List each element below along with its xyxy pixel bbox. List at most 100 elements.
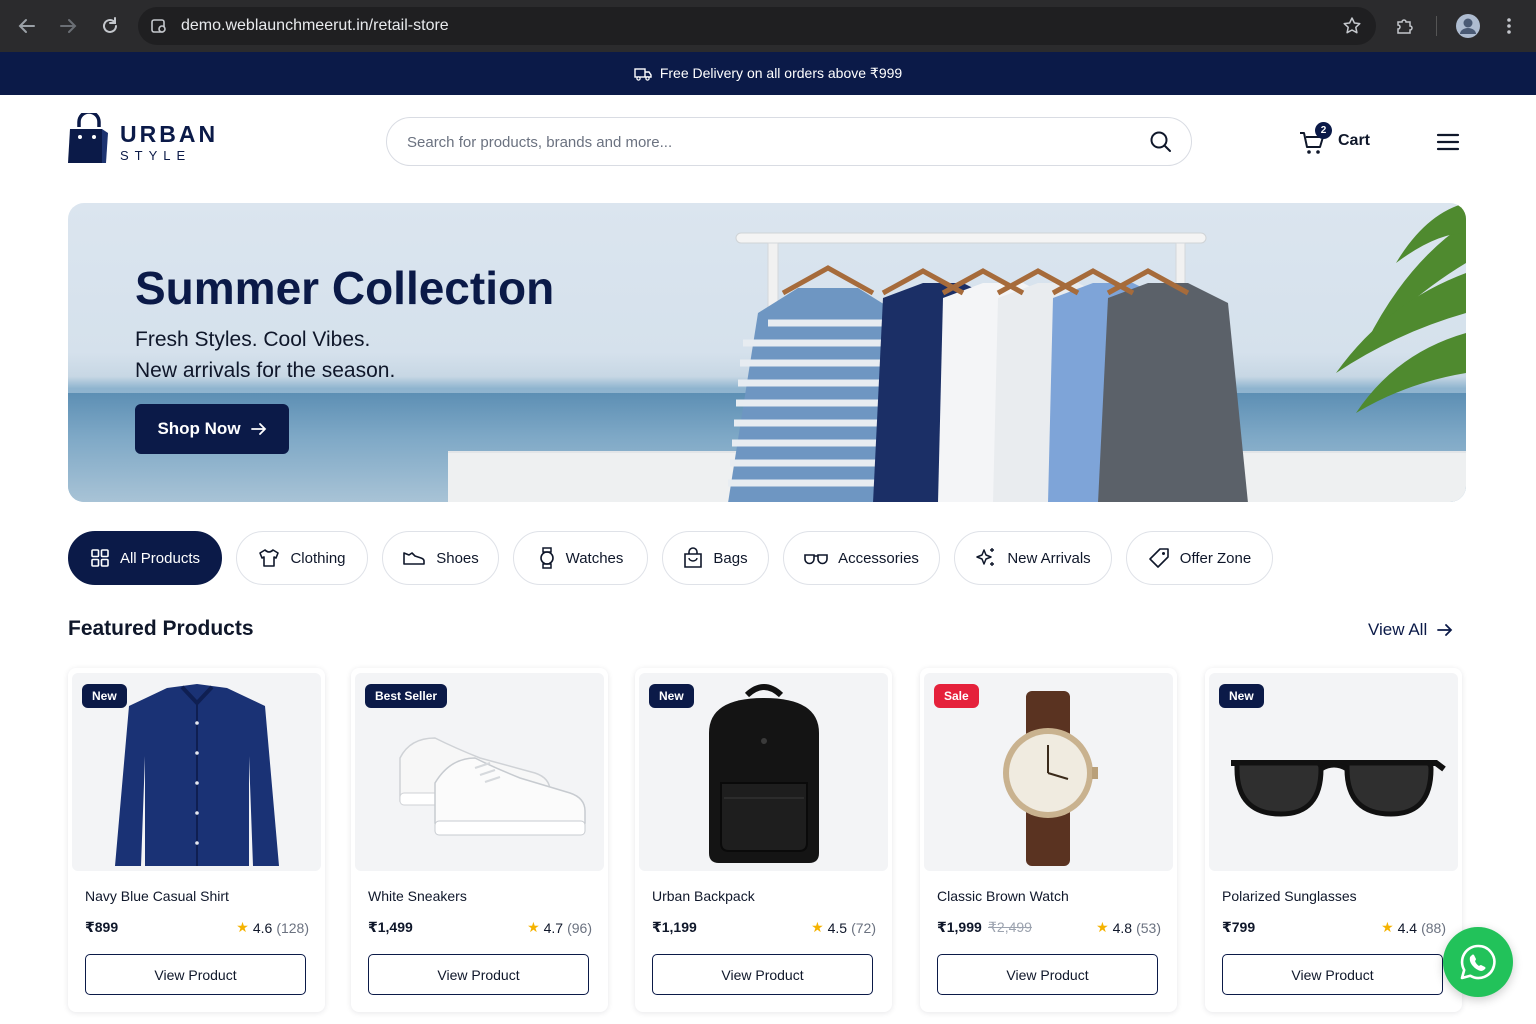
watch-icon bbox=[539, 547, 554, 569]
logo-tagline: STYLE bbox=[120, 148, 192, 163]
star-icon: ★ bbox=[1381, 919, 1394, 935]
product-name[interactable]: Polarized Sunglasses bbox=[1222, 888, 1357, 904]
category-label: Offer Zone bbox=[1179, 549, 1252, 567]
review-count: (88) bbox=[1421, 919, 1446, 936]
logo-wordmark: URBAN bbox=[120, 121, 219, 147]
forward-button[interactable] bbox=[54, 12, 82, 40]
product-badge: Best Seller bbox=[365, 684, 448, 708]
forward-arrow-icon bbox=[60, 19, 77, 33]
view-product-button[interactable]: View Product bbox=[652, 954, 873, 995]
product-card[interactable]: New Urban Backpack ₹1,199 ★ 4.5 (72) Vie… bbox=[635, 668, 892, 1012]
shop-now-button[interactable]: Shop Now bbox=[135, 404, 289, 454]
whatsapp-chat-button[interactable] bbox=[1443, 927, 1513, 997]
arrow-right-icon bbox=[1437, 624, 1453, 636]
product-rating: ★ 4.8 (53) bbox=[1096, 919, 1161, 936]
rating-value: 4.6 bbox=[252, 919, 273, 936]
category-all-products[interactable]: All Products bbox=[68, 531, 222, 585]
promo-bar: Free Delivery on all orders above ₹999 bbox=[0, 52, 1536, 95]
star-icon: ★ bbox=[1096, 919, 1109, 935]
view-product-button[interactable]: View Product bbox=[937, 954, 1158, 995]
product-rating: ★ 4.7 (96) bbox=[527, 919, 592, 936]
cart-button[interactable]: 2 Cart bbox=[1298, 122, 1378, 157]
view-product-button[interactable]: View Product bbox=[85, 954, 306, 995]
category-offer-zone[interactable]: Offer Zone bbox=[1126, 531, 1273, 585]
promo-text: Free Delivery on all orders above ₹999 bbox=[659, 65, 903, 81]
cart-count-badge: 2 bbox=[1315, 122, 1332, 139]
address-bar[interactable]: demo.weblaunchmeerut.in/retail-store bbox=[138, 7, 1376, 45]
product-badge: New bbox=[1219, 684, 1264, 708]
hero-title: Summer Collection bbox=[135, 262, 555, 314]
category-watches[interactable]: Watches bbox=[513, 531, 648, 585]
category-label: Clothing bbox=[290, 549, 346, 567]
tag-icon bbox=[1148, 548, 1169, 568]
glasses-icon bbox=[804, 554, 828, 565]
category-label: Watches bbox=[565, 549, 624, 567]
bookmark-star-icon[interactable] bbox=[1342, 16, 1362, 36]
avatar bbox=[1456, 14, 1480, 38]
view-product-button[interactable]: View Product bbox=[1222, 954, 1443, 995]
back-button[interactable] bbox=[13, 12, 41, 40]
featured-products-heading: Featured Products bbox=[68, 617, 254, 640]
browser-toolbar: demo.weblaunchmeerut.in/retail-store bbox=[0, 0, 1536, 52]
view-product-button[interactable]: View Product bbox=[368, 954, 589, 995]
shop-now-label: Shop Now bbox=[157, 419, 241, 438]
profile-button[interactable] bbox=[1454, 12, 1482, 40]
product-rating: ★ 4.6 (128) bbox=[236, 919, 309, 936]
browser-menu-button[interactable] bbox=[1495, 12, 1523, 40]
search-icon[interactable] bbox=[1149, 130, 1173, 154]
star-icon: ★ bbox=[236, 919, 249, 935]
shopping-bag-logo-icon bbox=[68, 113, 108, 163]
hero-banner: Summer Collection Fresh Styles. Cool Vib… bbox=[68, 203, 1466, 502]
category-new-arrivals[interactable]: New Arrivals bbox=[954, 531, 1112, 585]
search-input[interactable] bbox=[407, 130, 1127, 154]
rating-value: 4.8 bbox=[1112, 919, 1133, 936]
product-name[interactable]: Classic Brown Watch bbox=[937, 888, 1069, 904]
product-card[interactable]: New Polarized Sunglasses ₹799 ★ 4.4 (88)… bbox=[1205, 668, 1462, 1012]
star-icon: ★ bbox=[811, 919, 824, 935]
review-count: (53) bbox=[1136, 919, 1161, 936]
product-old-price: ₹2,499 bbox=[988, 919, 1032, 935]
product-name[interactable]: Navy Blue Casual Shirt bbox=[85, 888, 229, 904]
product-name[interactable]: White Sneakers bbox=[368, 888, 467, 904]
rating-value: 4.5 bbox=[827, 919, 848, 936]
url-text[interactable]: demo.weblaunchmeerut.in/retail-store bbox=[181, 17, 449, 35]
search-bar bbox=[386, 117, 1192, 166]
puzzle-icon bbox=[1397, 19, 1413, 34]
rating-value: 4.7 bbox=[543, 919, 564, 936]
category-label: All Products bbox=[119, 549, 201, 567]
site-info-icon[interactable] bbox=[150, 17, 168, 35]
logo[interactable]: URBAN STYLE bbox=[68, 113, 218, 165]
kebab-menu-icon bbox=[1507, 18, 1511, 34]
category-accessories[interactable]: Accessories bbox=[783, 531, 940, 585]
product-badge: New bbox=[82, 684, 127, 708]
category-shoes[interactable]: Shoes bbox=[382, 531, 499, 585]
view-all-label: View All bbox=[1368, 620, 1428, 639]
hamburger-icon bbox=[1436, 133, 1460, 151]
category-label: Bags bbox=[713, 549, 748, 567]
clothing-rack-illustration bbox=[728, 203, 1466, 502]
shirt-icon bbox=[259, 549, 280, 567]
category-bags[interactable]: Bags bbox=[662, 531, 769, 585]
product-price: ₹1,199 bbox=[652, 919, 697, 935]
grid-icon bbox=[91, 549, 109, 567]
extensions-button[interactable] bbox=[1390, 12, 1418, 40]
hero-subtitle-line-2: New arrivals for the season. bbox=[135, 359, 396, 382]
bag-icon bbox=[684, 547, 703, 568]
site-header: URBAN STYLE 2 Cart bbox=[0, 95, 1536, 190]
product-name[interactable]: Urban Backpack bbox=[652, 888, 755, 904]
view-all-link[interactable]: View All bbox=[1368, 620, 1453, 640]
product-price: ₹1,999 bbox=[937, 919, 982, 935]
product-badge: Sale bbox=[934, 684, 979, 708]
product-card[interactable]: Sale Classic Brown Watch ₹1,999 ₹2,499 ★… bbox=[920, 668, 1177, 1012]
star-icon: ★ bbox=[527, 919, 540, 935]
product-rating: ★ 4.5 (72) bbox=[811, 919, 876, 936]
review-count: (96) bbox=[567, 919, 592, 936]
whatsapp-icon bbox=[1460, 944, 1496, 980]
product-card[interactable]: Best Seller White Sneakers ₹1,499 ★ 4.7 … bbox=[351, 668, 608, 1012]
product-card[interactable]: New Navy Blue Casual Shirt ₹899 ★ 4.6 (1… bbox=[68, 668, 325, 1012]
hamburger-menu-button[interactable] bbox=[1436, 132, 1460, 152]
truck-icon bbox=[634, 67, 652, 81]
reload-button[interactable] bbox=[96, 12, 124, 40]
toolbar-divider bbox=[1436, 16, 1437, 36]
category-clothing[interactable]: Clothing bbox=[236, 531, 368, 585]
